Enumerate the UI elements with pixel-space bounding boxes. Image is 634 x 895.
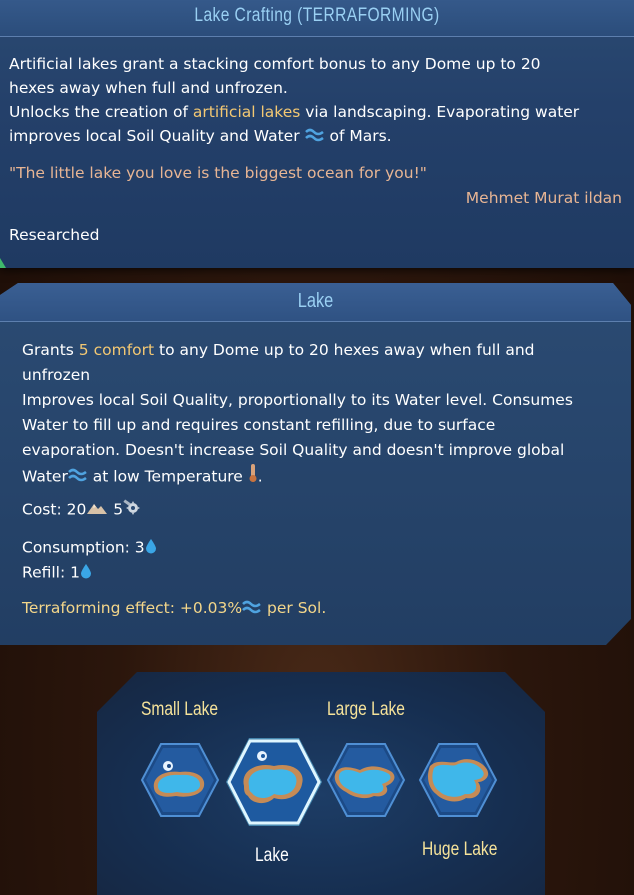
- building-header: Lake: [0, 283, 631, 322]
- desc-line: hexes away when full and unfrozen.: [9, 79, 288, 97]
- desc-line: Water at low Temperature .: [22, 463, 617, 491]
- option-label-small-lake: Small Lake: [141, 699, 219, 720]
- cost-line: Cost: 20 5: [22, 499, 141, 521]
- research-description: Artificial lakes grant a stacking comfor…: [9, 52, 627, 149]
- desc-line: unfrozen: [22, 366, 91, 384]
- artificial-lakes-link: artificial lakes: [192, 103, 301, 121]
- research-panel: Lake Crafting (TERRAFORMING) Artificial …: [0, 0, 634, 268]
- building-info-panel: Lake Grants 5 comfort to any Dome up to …: [0, 283, 631, 645]
- research-title: Lake Crafting (TERRAFORMING): [194, 5, 440, 26]
- desc-line: Improves local Soil Quality, proportiona…: [22, 391, 573, 409]
- option-label-huge-lake: Huge Lake: [422, 839, 498, 860]
- research-status: Researched: [9, 226, 100, 244]
- concrete-icon: [86, 501, 108, 519]
- option-label-large-lake: Large Lake: [327, 699, 405, 720]
- desc-line: Water to fill up and requires constant r…: [22, 416, 496, 434]
- flavor-quote: "The little lake you love is the biggest…: [9, 164, 427, 182]
- corner-marker: [0, 258, 6, 268]
- water-drop-icon: [80, 563, 92, 583]
- building-title: Lake: [297, 290, 334, 312]
- temperature-icon: [248, 463, 258, 491]
- research-header: Lake Crafting (TERRAFORMING): [0, 0, 634, 37]
- water-wave-icon: [304, 125, 325, 149]
- comfort-highlight: 5 comfort: [78, 341, 155, 359]
- desc-line: Unlocks the creation of artificial lakes…: [9, 103, 580, 121]
- option-huge-lake[interactable]: [418, 742, 498, 822]
- building-description: Grants 5 comfort to any Dome up to 20 he…: [22, 338, 617, 491]
- machine-parts-icon: [123, 499, 141, 521]
- quote-author: Mehmet Murat ildan: [465, 189, 622, 207]
- option-large-lake[interactable]: [326, 742, 406, 822]
- water-wave-icon: [67, 465, 88, 490]
- water-drop-icon: [145, 538, 157, 558]
- consumption-line: Consumption: 3: [22, 538, 157, 558]
- desc-line: improves local Soil Quality and Water of…: [9, 124, 627, 149]
- terraforming-effect: Terraforming effect: +0.03% per Sol.: [22, 599, 327, 618]
- desc-line: evaporation. Doesn't increase Soil Quali…: [22, 441, 565, 459]
- desc-line: Grants 5 comfort to any Dome up to 20 he…: [22, 341, 535, 359]
- water-wave-icon: [242, 600, 262, 618]
- option-small-lake[interactable]: [140, 742, 220, 822]
- desc-line: Artificial lakes grant a stacking comfor…: [9, 55, 541, 73]
- option-label-lake: Lake: [255, 845, 289, 866]
- refill-line: Refill: 1: [22, 563, 92, 583]
- option-lake[interactable]: [224, 736, 324, 832]
